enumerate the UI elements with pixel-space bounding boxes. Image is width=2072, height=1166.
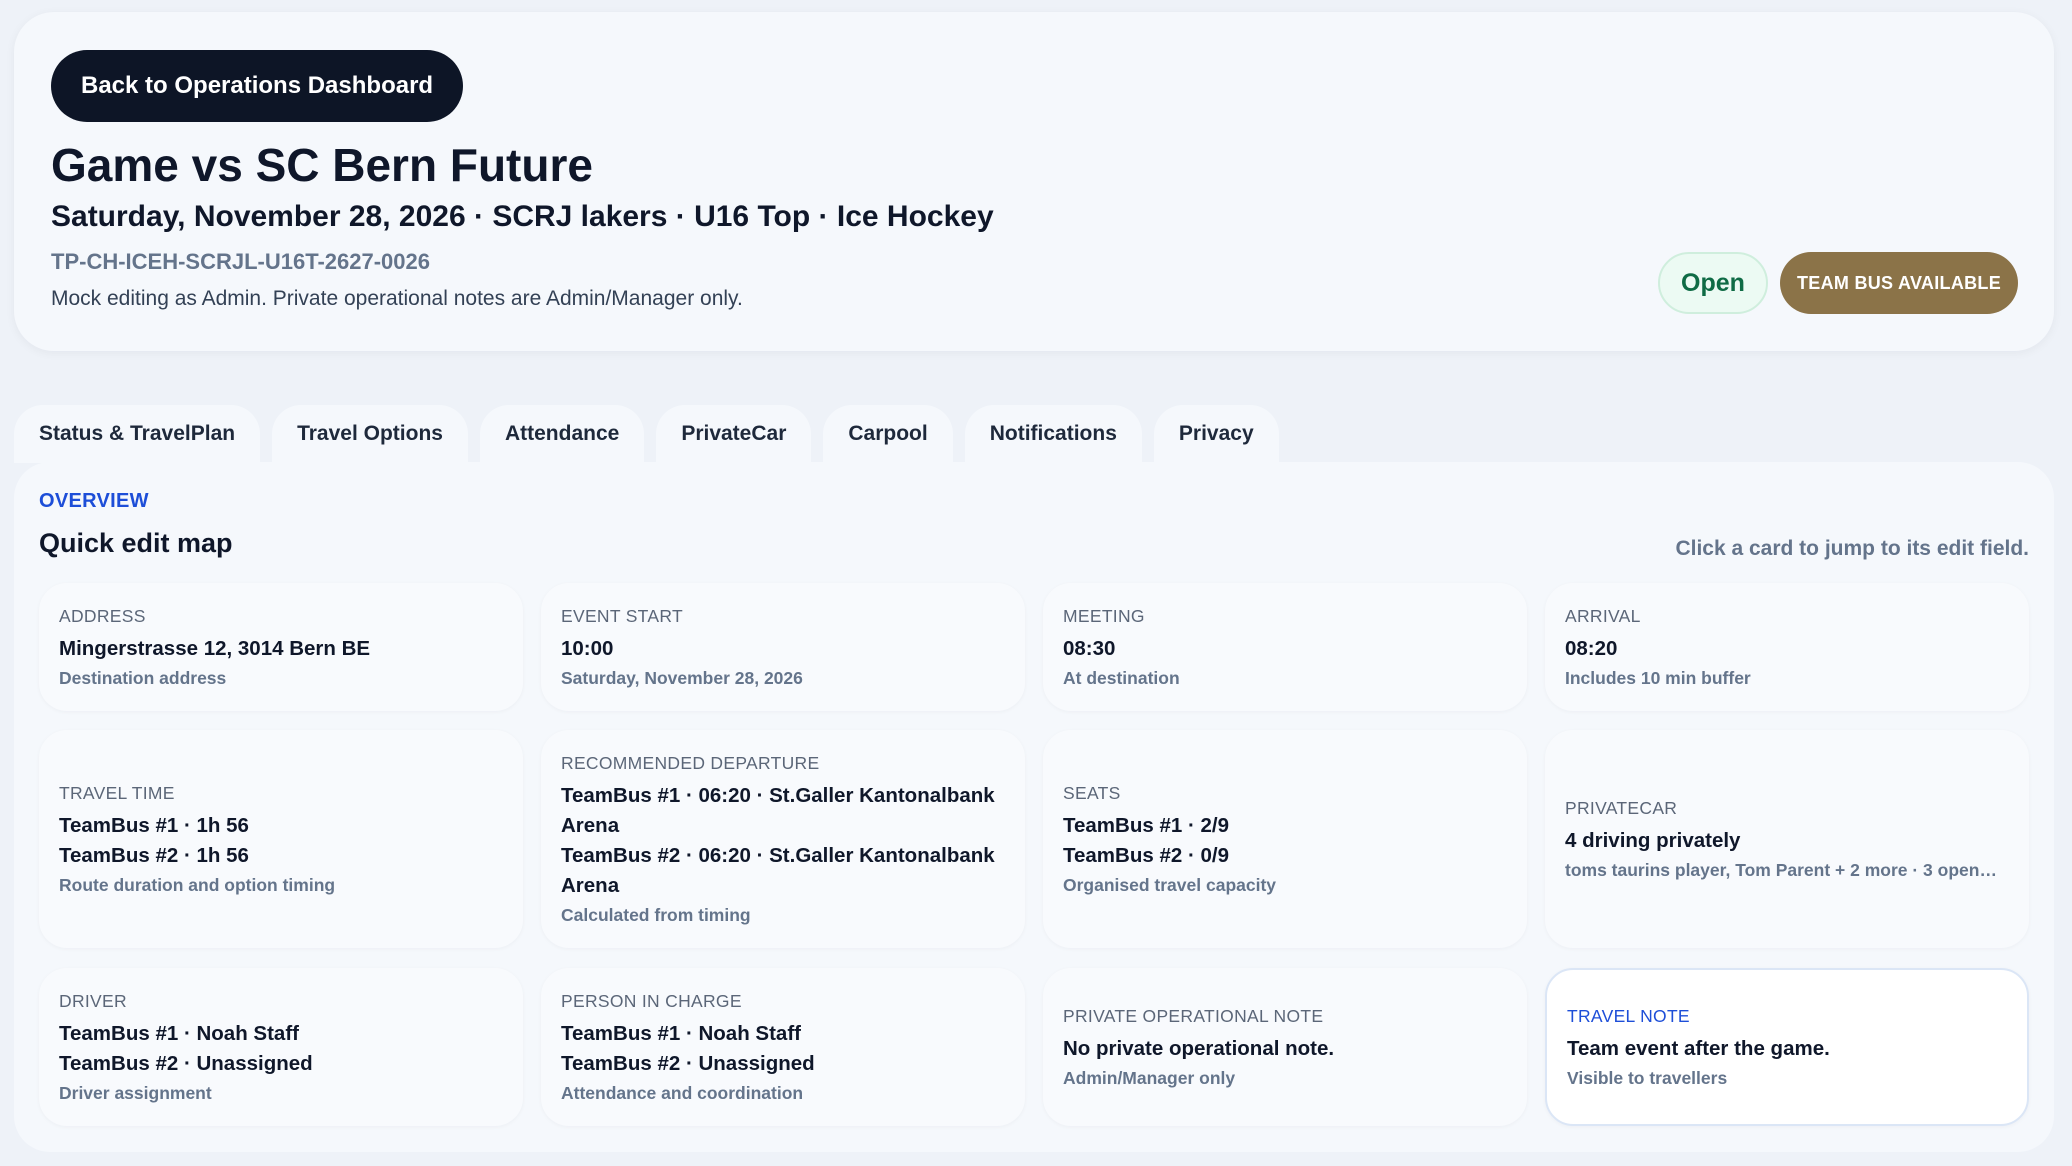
card-value: TeamBus #1 · 1h 56 xyxy=(59,813,249,837)
card-value: Mingerstrasse 12, 3014 Bern BE xyxy=(59,636,371,660)
card-subtext: Route duration and option timing xyxy=(59,874,336,895)
card-label: EVENT START xyxy=(561,605,683,626)
card-subtext: Driver assignment xyxy=(59,1082,212,1103)
card-subtext: toms taurins player, Tom Parent + 2 more… xyxy=(1565,859,1997,880)
card-arrival[interactable]: ARRIVAL 08:20 Includes 10 min buffer xyxy=(1545,583,2029,711)
card-value: 08:30 xyxy=(1063,636,1116,660)
back-to-dashboard-button[interactable]: Back to Operations Dashboard xyxy=(51,50,464,122)
card-subtext: Destination address xyxy=(59,667,227,688)
tab-notifications[interactable]: Notifications xyxy=(964,405,1142,463)
section-eyebrow: OVERVIEW xyxy=(39,490,149,512)
section-title: Quick edit map xyxy=(39,528,233,558)
card-person-in-charge[interactable]: PERSON IN CHARGE TeamBus #1 · Noah Staff… xyxy=(541,968,1025,1126)
card-recommended-departure[interactable]: RECOMMENDED DEPARTURE TeamBus #1 · 06:20… xyxy=(541,730,1025,948)
card-value: TeamBus #2 · 1h 56 xyxy=(59,843,249,867)
permission-note: Mock editing as Admin. Private operation… xyxy=(51,287,743,310)
card-value: TeamBus #2 · Unassigned xyxy=(561,1051,815,1075)
card-event-start[interactable]: EVENT START 10:00 Saturday, November 28,… xyxy=(541,583,1025,711)
tab-privacy[interactable]: Privacy xyxy=(1153,405,1279,463)
card-label: ADDRESS xyxy=(59,605,146,626)
card-meeting[interactable]: MEETING 08:30 At destination xyxy=(1043,583,1527,711)
card-value: TeamBus #1 · Noah Staff xyxy=(59,1021,299,1045)
card-label: SEATS xyxy=(1063,782,1121,803)
card-subtext: Admin/Manager only xyxy=(1063,1067,1236,1088)
card-value: TeamBus #2 · 0/9 xyxy=(1063,843,1229,867)
card-label: DRIVER xyxy=(59,990,127,1011)
card-private-operational-note[interactable]: PRIVATE OPERATIONAL NOTE No private oper… xyxy=(1043,968,1527,1126)
card-label: MEETING xyxy=(1063,605,1145,626)
card-value: TeamBus #2 · 06:20 · St.Galler Kantonalb… xyxy=(561,843,995,897)
card-label: TRAVEL TIME xyxy=(59,782,175,803)
tab-bar: Status & TravelPlan Travel Options Atten… xyxy=(14,405,1279,463)
card-subtext: Saturday, November 28, 2026 xyxy=(561,667,803,688)
card-label: ARRIVAL xyxy=(1565,605,1641,626)
tab-privatecar[interactable]: PrivateCar xyxy=(656,405,812,463)
section-hint: Click a card to jump to its edit field. xyxy=(1675,537,2029,560)
card-value: TeamBus #1 · 06:20 · St.Galler Kantonalb… xyxy=(561,783,995,837)
card-subtext: Visible to travellers xyxy=(1567,1067,1728,1088)
card-label: TRAVEL NOTE xyxy=(1567,1005,1690,1026)
card-subtext: Organised travel capacity xyxy=(1063,874,1277,895)
event-subtitle: Saturday, November 28, 2026 · SCRJ laker… xyxy=(51,200,994,233)
tab-carpool[interactable]: Carpool xyxy=(823,405,953,463)
card-value: 4 driving privately xyxy=(1565,828,1741,852)
card-value: Team event after the game. xyxy=(1567,1036,1830,1060)
card-subtext: At destination xyxy=(1063,667,1180,688)
card-seats[interactable]: SEATS TeamBus #1 · 2/9 TeamBus #2 · 0/9 … xyxy=(1043,730,1527,948)
card-value: TeamBus #1 · 2/9 xyxy=(1063,813,1229,837)
card-subtext: Includes 10 min buffer xyxy=(1565,667,1751,688)
card-address[interactable]: ADDRESS Mingerstrasse 12, 3014 Bern BE D… xyxy=(39,583,523,711)
page-title: Game vs SC Bern Future xyxy=(51,139,593,191)
tab-travel-options[interactable]: Travel Options xyxy=(272,405,468,463)
card-driver[interactable]: DRIVER TeamBus #1 · Noah Staff TeamBus #… xyxy=(39,968,523,1126)
card-travel-note[interactable]: TRAVEL NOTE Team event after the game. V… xyxy=(1545,968,2029,1126)
card-subtext: Attendance and coordination xyxy=(561,1082,804,1103)
card-label: PRIVATECAR xyxy=(1565,797,1678,818)
status-badge: Open xyxy=(1658,252,1768,314)
card-privatecar[interactable]: PRIVATECAR 4 driving privately toms taur… xyxy=(1545,730,2029,948)
card-value: TeamBus #1 · Noah Staff xyxy=(561,1021,801,1045)
tab-attendance[interactable]: Attendance xyxy=(479,405,645,463)
event-header: Back to Operations Dashboard Game vs SC … xyxy=(14,12,2054,351)
card-value: No private operational note. xyxy=(1063,1036,1335,1060)
card-subtext: Calculated from timing xyxy=(561,904,751,925)
tab-status-travelplan[interactable]: Status & TravelPlan xyxy=(14,405,261,463)
card-label: RECOMMENDED DEPARTURE xyxy=(561,752,820,773)
card-label: PRIVATE OPERATIONAL NOTE xyxy=(1063,1005,1324,1026)
event-code: TP-CH-ICEH-SCRJL-U16T-2627-0026 xyxy=(51,249,430,274)
card-travel-time[interactable]: TRAVEL TIME TeamBus #1 · 1h 56 TeamBus #… xyxy=(39,730,523,948)
card-label: PERSON IN CHARGE xyxy=(561,990,742,1011)
card-value: 10:00 xyxy=(561,636,614,660)
card-value: TeamBus #2 · Unassigned xyxy=(59,1051,313,1075)
team-bus-badge: TEAM BUS AVAILABLE xyxy=(1780,252,2018,314)
overview-panel: OVERVIEW Quick edit map Click a card to … xyxy=(14,462,2054,1152)
card-value: 08:20 xyxy=(1565,636,1618,660)
